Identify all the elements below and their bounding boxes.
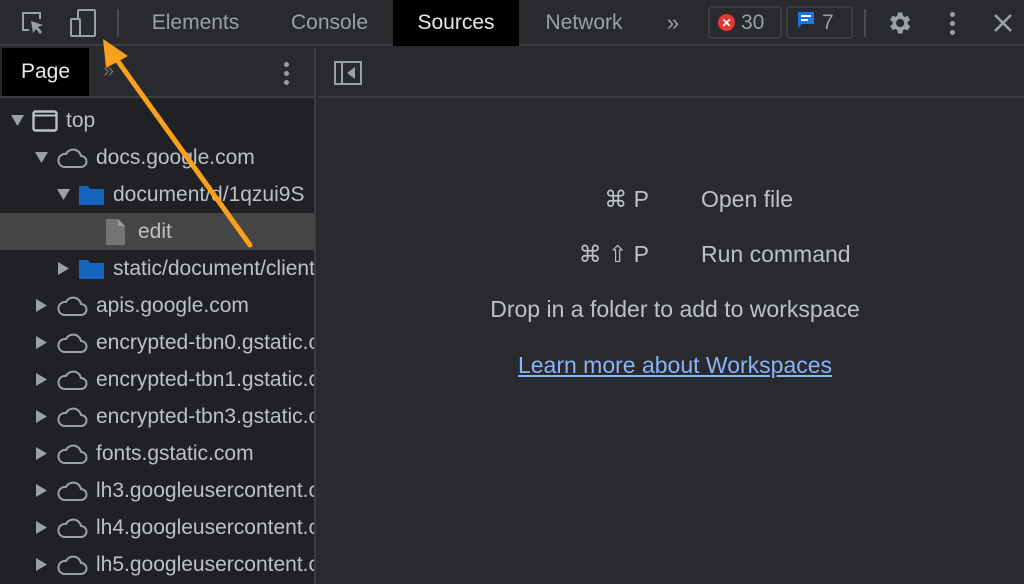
cloud-icon: [56, 369, 88, 391]
tree-item[interactable]: fonts.gstatic.com: [0, 435, 314, 472]
tree-item[interactable]: lh5.googleusercontent.com: [0, 546, 314, 583]
tree-item[interactable]: top: [0, 102, 314, 139]
expand-triangle-right-icon[interactable]: [34, 299, 48, 313]
tree-item-label: edit: [138, 219, 172, 243]
device-toolbar-icon[interactable]: [68, 8, 98, 38]
message-count-badge[interactable]: 7: [786, 6, 853, 39]
more-options-icon[interactable]: [937, 8, 967, 38]
frame-icon: [32, 109, 58, 132]
more-tabs-button[interactable]: »: [655, 0, 691, 46]
tree-item[interactable]: document/d/1qzui9S: [0, 176, 314, 213]
shortcut-keys: ⌘ P: [604, 186, 649, 212]
error-count: 30: [741, 10, 765, 34]
shortcut-keys: ⌘ ⇧ P: [578, 241, 649, 267]
expand-triangle-down-icon[interactable]: [56, 188, 70, 202]
shortcut-open-file: ⌘ P Open file: [318, 186, 1024, 216]
expand-triangle-right-icon[interactable]: [34, 521, 48, 535]
expand-triangle-right-icon[interactable]: [34, 410, 48, 424]
tree-item-label: lh5.googleusercontent.com: [96, 552, 314, 576]
tree-item-label: fonts.gstatic.com: [96, 441, 254, 465]
navigator-more-options-icon[interactable]: [276, 58, 296, 88]
expand-triangle-right-icon[interactable]: [34, 558, 48, 572]
tree-item[interactable]: lh4.googleusercontent.com: [0, 509, 314, 546]
cloud-icon: [56, 517, 88, 539]
inspect-element-icon[interactable]: [18, 8, 48, 38]
tree-item-label: lh4.googleusercontent.com: [96, 515, 314, 539]
navigator-more-tabs-button[interactable]: »: [103, 60, 114, 83]
tree-item[interactable]: encrypted-tbn0.gstatic.com: [0, 324, 314, 361]
tree-item-label: apis.google.com: [96, 293, 249, 317]
tree-item[interactable]: edit: [0, 213, 314, 250]
tree-item[interactable]: encrypted-tbn1.gstatic.com: [0, 361, 314, 398]
editor-placeholder: ⌘ P Open file ⌘ ⇧ P Run command Drop in …: [318, 100, 1024, 584]
message-count: 7: [822, 10, 834, 34]
error-icon: ✕: [718, 14, 735, 31]
file-icon: [104, 218, 126, 246]
navigator-panel: Page » top docs.google.com document/d/1qzu…: [0, 48, 316, 584]
tree-item[interactable]: apis.google.com: [0, 287, 314, 324]
tree-item-label: encrypted-tbn0.gstatic.com: [96, 330, 314, 354]
expand-triangle-right-icon[interactable]: [34, 447, 48, 461]
settings-gear-icon[interactable]: [884, 8, 914, 38]
tree-item[interactable]: lh3.googleusercontent.com: [0, 472, 314, 509]
toggle-navigator-icon[interactable]: [334, 61, 362, 85]
cloud-icon: [56, 147, 88, 169]
shortcut-run-command: ⌘ ⇧ P Run command: [318, 241, 1024, 271]
cloud-icon: [56, 295, 88, 317]
navigator-header: Page »: [0, 48, 314, 98]
expand-triangle-down-icon[interactable]: [34, 151, 48, 165]
expand-triangle-down-icon[interactable]: [10, 114, 24, 128]
tree-item[interactable]: encrypted-tbn3.gstatic.com: [0, 398, 314, 435]
cloud-icon: [56, 406, 88, 428]
tree-item-label: document/d/1qzui9S: [113, 182, 305, 206]
tree-item-label: encrypted-tbn3.gstatic.com: [96, 404, 314, 428]
tree-item[interactable]: docs.google.com: [0, 139, 314, 176]
drop-folder-hint: Drop in a folder to add to workspace: [490, 296, 860, 322]
shortcut-description: Run command: [701, 241, 851, 267]
devtools-toolbar: Elements Console Sources Network » ✕ 30 …: [0, 0, 1024, 46]
learn-more-workspaces-link-row: Learn more about Workspaces: [318, 352, 1024, 379]
tree-item-label: static/document/client: [113, 256, 314, 280]
cloud-icon: [56, 554, 88, 576]
close-icon[interactable]: [988, 8, 1018, 38]
tab-console[interactable]: Console: [266, 0, 393, 46]
expand-triangle-right-icon[interactable]: [34, 484, 48, 498]
expand-triangle-right-icon[interactable]: [34, 373, 48, 387]
toolbar-divider: [864, 9, 866, 37]
cloud-icon: [56, 480, 88, 502]
tab-sources[interactable]: Sources: [393, 0, 519, 46]
message-icon: [796, 10, 816, 36]
cloud-icon: [56, 332, 88, 354]
folder-icon: [78, 258, 105, 280]
tree-item[interactable]: static/document/client: [0, 250, 314, 287]
tree-item-label: encrypted-tbn1.gstatic.com: [96, 367, 314, 391]
cloud-icon: [56, 443, 88, 465]
tab-elements[interactable]: Elements: [134, 0, 257, 46]
error-count-badge[interactable]: ✕ 30: [708, 6, 782, 39]
expand-triangle-right-icon[interactable]: [34, 336, 48, 350]
tree-item-label: lh3.googleusercontent.com: [96, 478, 314, 502]
file-tree: top docs.google.com document/d/1qzui9S edit…: [0, 102, 314, 583]
tab-network[interactable]: Network: [525, 0, 643, 46]
tree-item-label: docs.google.com: [96, 145, 255, 169]
editor-toolbar: [318, 48, 1024, 98]
shortcut-description: Open file: [701, 186, 794, 212]
toolbar-divider: [117, 9, 119, 37]
tab-page[interactable]: Page: [2, 48, 89, 96]
tree-item-label: top: [66, 108, 96, 132]
learn-more-workspaces-link[interactable]: Learn more about Workspaces: [518, 352, 832, 378]
folder-icon: [78, 184, 105, 206]
expand-triangle-right-icon[interactable]: [56, 262, 70, 276]
